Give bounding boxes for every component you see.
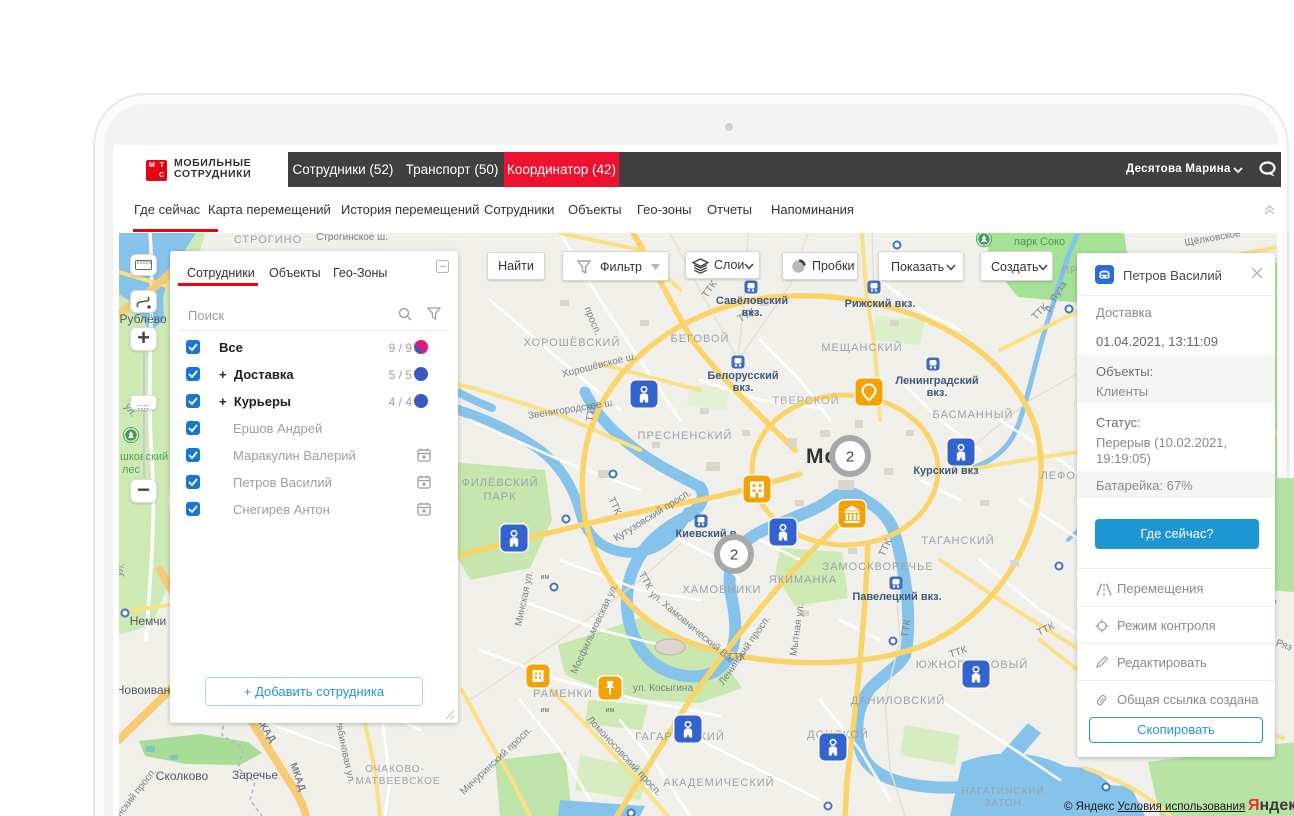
- svg-text:Белорусский: Белорусский: [707, 370, 778, 382]
- svg-text:ХАМОВНИКИ: ХАМОВНИКИ: [683, 584, 762, 596]
- svg-text:Ленинградский: Ленинградский: [895, 375, 978, 387]
- svg-text:Строгинское ш.: Строгинское ш.: [316, 233, 388, 243]
- svg-text:НАГАТИНСКИЙ: НАГАТИНСКИЙ: [961, 784, 1044, 797]
- svg-text:вкз.: вкз.: [733, 382, 754, 394]
- svg-text:ЗАТОН: ЗАТОН: [984, 798, 1022, 809]
- svg-text:БАСМАННЫЙ: БАСМАННЫЙ: [933, 408, 1014, 421]
- svg-text:Новоиван: Новоиван: [119, 683, 170, 697]
- svg-text:АКАДЕМИЧЕСКИЙ: АКАДЕМИЧЕСКИЙ: [663, 776, 774, 789]
- svg-text:СТРОГИНО: СТРОГИНО: [234, 234, 302, 246]
- svg-text:Рублёво: Рублёво: [119, 312, 166, 326]
- svg-text:ул. Косыгина: ул. Косыгина: [633, 683, 694, 694]
- svg-text:вкз.: вкз.: [742, 307, 763, 319]
- svg-text:им: им: [541, 574, 550, 581]
- svg-text:2: 2: [730, 547, 738, 564]
- svg-text:ОЧАКОВО-: ОЧАКОВО-: [365, 764, 425, 775]
- svg-text:ПРЕСНЕНСКИЙ: ПРЕСНЕНСКИЙ: [638, 429, 733, 442]
- svg-text:МАТВЕЕВСКОЕ: МАТВЕЕВСКОЕ: [355, 776, 440, 787]
- svg-text:ЯКИМАНКА: ЯКИМАНКА: [769, 574, 837, 586]
- svg-text:ТАГАНСКИЙ: ТАГАНСКИЙ: [921, 534, 994, 547]
- svg-text:ТТК: ТТК: [727, 652, 745, 663]
- svg-text:ДАНИЛОВСКИЙ: ДАНИЛОВСКИЙ: [851, 694, 946, 707]
- svg-text:Рижский вкз.: Рижский вкз.: [845, 298, 916, 310]
- svg-text:ТВЕРСКОЙ: ТВЕРСКОЙ: [772, 394, 839, 407]
- svg-text:лес: лес: [122, 464, 141, 476]
- svg-text:ХОРОШЁВСКИЙ: ХОРОШЁВСКИЙ: [524, 336, 621, 349]
- svg-text:МЕЩАНСКИЙ: МЕЩАНСКИЙ: [821, 341, 902, 354]
- svg-text:им: им: [541, 707, 550, 714]
- svg-text:Заречье: Заречье: [232, 768, 278, 782]
- svg-text:РАМЕНКИ: РАМЕНКИ: [533, 688, 593, 700]
- svg-text:Немчи: Немчи: [130, 614, 167, 628]
- svg-text:вкз.: вкз.: [927, 387, 948, 399]
- svg-text:ПАРК: ПАРК: [484, 491, 517, 503]
- svg-text:Павелецкий вкз.: Павелецкий вкз.: [852, 591, 941, 603]
- svg-text:ФИЛЁВСКИЙ: ФИЛЁВСКИЙ: [462, 476, 539, 489]
- svg-text:Сколково: Сколково: [156, 769, 209, 783]
- svg-text:парк Соко: парк Соко: [1014, 236, 1065, 248]
- svg-text:ЗАМОСКВОРЕЧЬЕ: ЗАМОСКВОРЕЧЬЕ: [822, 561, 933, 573]
- svg-text:им: им: [606, 707, 615, 714]
- svg-text:БЕГОВОЙ: БЕГОВОЙ: [671, 332, 730, 345]
- svg-text:2: 2: [846, 449, 854, 466]
- svg-text:Савёловский: Савёловский: [716, 295, 788, 307]
